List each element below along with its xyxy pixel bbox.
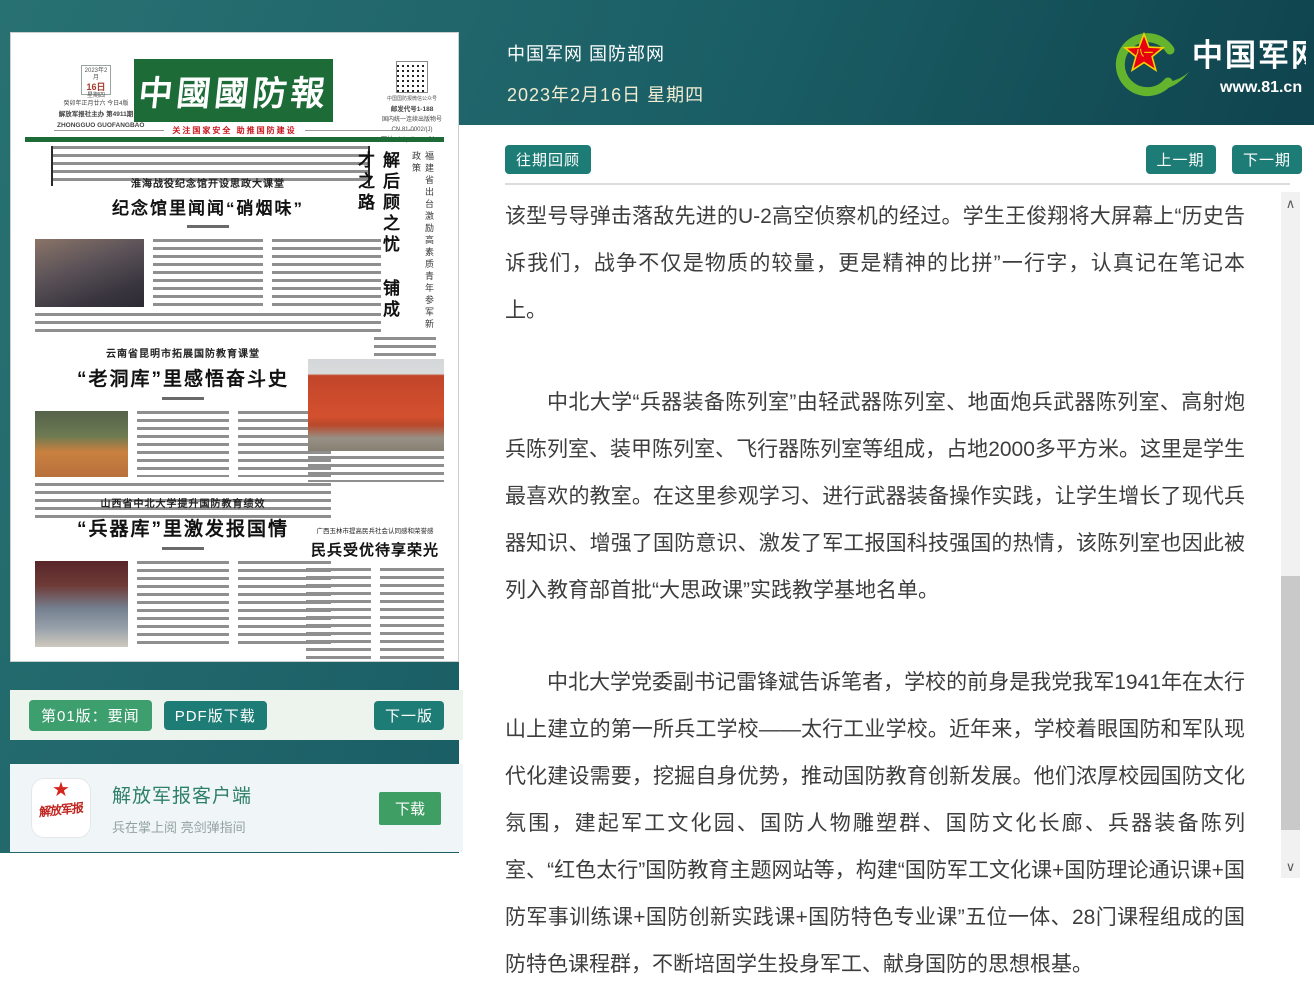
logo-url: www.81.cn	[1219, 79, 1302, 96]
site-date: 2023年2月16日 星期四	[507, 81, 704, 107]
paper-date-box: 2023年2月 16日 星期四	[81, 65, 111, 95]
toolbar-divider	[505, 183, 1290, 185]
app-promo-title: 解放军报客户端	[112, 781, 379, 808]
paper-slogan: 关注国家安全 助推国防建设	[11, 125, 458, 136]
site-logo[interactable]: 八一 中国军网 www.81.cn	[1092, 20, 1306, 110]
edition-button[interactable]: 第01版：要闻	[29, 700, 152, 731]
site-header: 中国军网 国防部网 2023年2月16日 星期四	[507, 40, 704, 107]
paper-article-vertical: 福建省出台激励高素质青年参军新政策 解后顾之忧 铺成才之路	[352, 151, 436, 331]
paper-masthead: 中國國防報	[134, 59, 333, 122]
app-promo-subtitle: 兵在掌上阅 亮剑弹指间	[112, 817, 379, 836]
paper-article-3: 山西省中北大学提升国防教育绩效 “兵器库”里激发报国情	[35, 495, 331, 647]
scrollbar-thumb[interactable]	[1281, 576, 1300, 830]
scroll-down-icon[interactable]: ∨	[1281, 857, 1300, 876]
paper-photo-column	[308, 359, 444, 482]
paper-article-1: 淮海战役纪念馆开设思政大课堂 纪念馆里闻闻“硝烟味”	[35, 175, 381, 335]
edition-nav-bar: 第01版：要闻 PDF版下载 下一版	[10, 690, 463, 740]
qr-code-icon	[396, 61, 428, 93]
byline	[162, 547, 204, 553]
app-promo-panel: ★ 解放军报 解放军报客户端 兵在掌上阅 亮剑弹指间 下载	[10, 764, 463, 852]
logo-wordmark: 中国军网	[1192, 38, 1306, 73]
app-download-button[interactable]: 下载	[379, 792, 441, 825]
newspaper-front-page[interactable]: 2023年2月 16日 星期四 癸卯年正月廿六 今日4版 解放军报社主办 第49…	[10, 32, 459, 662]
site-title: 中国军网 国防部网	[507, 40, 704, 66]
prev-issue-button[interactable]: 上一期	[1146, 145, 1216, 174]
svg-text:八一: 八一	[1134, 48, 1153, 58]
memorial-photo	[35, 239, 144, 307]
article-paragraph: 中北大学“兵器装备陈列室”由轻武器陈列室、地面炮兵武器陈列室、高射炮兵陈列室、装…	[505, 379, 1245, 614]
pla-daily-app-icon: ★ 解放军报	[32, 779, 90, 837]
article-panel: 往期回顾 上一期 下一期 该型号导弹击落敌先进的U-2高空侦察机的经过。学生王俊…	[459, 125, 1314, 889]
pdf-download-button[interactable]: PDF版下载	[164, 701, 267, 730]
truck-photo	[308, 359, 444, 451]
article-paragraph: 中北大学党委副书记雷锋斌告诉笔者，学校的前身是我党我军1941年在太行山上建立的…	[505, 659, 1245, 983]
scrollbar-track[interactable]: ∧ ∨	[1281, 192, 1300, 878]
group-photo	[35, 411, 128, 477]
past-issues-button[interactable]: 往期回顾	[505, 145, 591, 174]
issue-toolbar: 往期回顾 上一期 下一期	[505, 145, 1302, 172]
masthead-rule	[25, 137, 444, 142]
byline	[187, 225, 229, 231]
masthead-left-info: 2023年2月 16日 星期四 癸卯年正月廿六 今日4版 解放军报社主办 第49…	[57, 65, 135, 131]
article-body[interactable]: 该型号导弹击落敌先进的U-2高空侦察机的经过。学生王俊翔将大屏幕上“历史告诉我们…	[505, 193, 1245, 983]
soldiers-photo	[35, 561, 128, 647]
scroll-up-icon[interactable]: ∧	[1281, 194, 1300, 213]
article-paragraph: 该型号导弹击落敌先进的U-2高空侦察机的经过。学生王俊翔将大屏幕上“历史告诉我们…	[505, 193, 1245, 334]
paper-article-4: 广西玉林市提高民兵社会认同感和荣誉感 民兵受优待享荣光	[306, 525, 444, 664]
byline	[162, 397, 204, 403]
next-issue-button[interactable]: 下一期	[1232, 145, 1302, 174]
next-edition-button[interactable]: 下一版	[374, 701, 444, 730]
